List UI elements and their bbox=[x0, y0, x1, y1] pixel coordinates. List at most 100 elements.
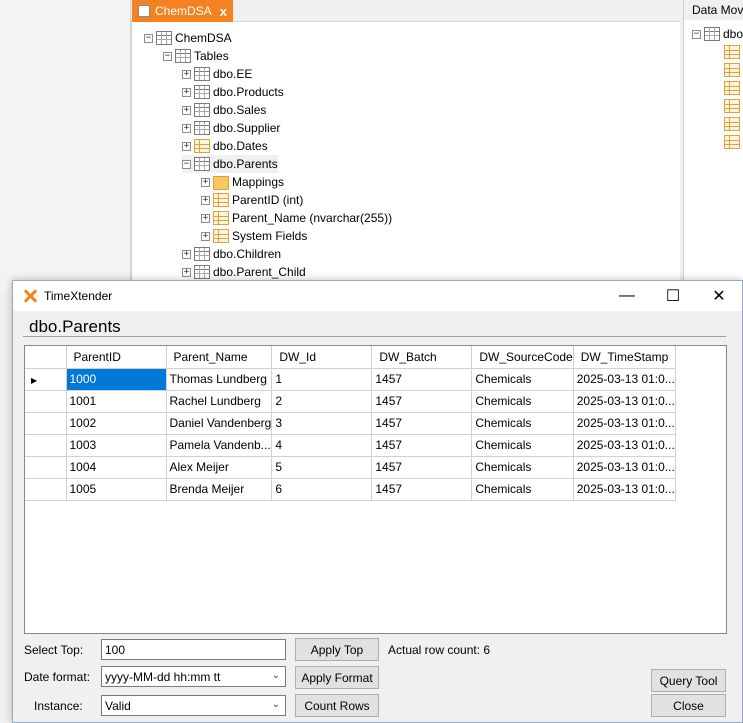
grid-cell[interactable]: 1003 bbox=[66, 434, 167, 457]
close-button[interactable]: Close bbox=[651, 694, 726, 717]
column-header[interactable]: DW_TimeStamp bbox=[573, 346, 676, 369]
grid-cell[interactable]: 2 bbox=[271, 390, 373, 413]
grid-cell[interactable]: 2025-03-13 01:0... bbox=[573, 456, 676, 479]
grid-cell[interactable]: 2025-03-13 01:0... bbox=[573, 434, 676, 457]
grid-cell[interactable]: Chemicals bbox=[471, 390, 574, 413]
table-row[interactable]: 1005 Brenda Meijer 6 1457 Chemicals 2025… bbox=[25, 478, 676, 501]
query-tool-button[interactable]: Query Tool bbox=[651, 669, 726, 692]
column-header[interactable]: DW_SourceCode bbox=[471, 346, 574, 369]
grid-cell[interactable]: Chemicals bbox=[471, 456, 574, 479]
grid-cell[interactable]: Chemicals bbox=[471, 412, 574, 435]
collapse-icon[interactable]: − bbox=[144, 33, 153, 43]
tree-node-table[interactable]: + dbo.Products bbox=[182, 83, 284, 101]
grid-cell[interactable]: Daniel Vandenberg bbox=[166, 412, 273, 435]
grid-cell[interactable]: Thomas Lundberg bbox=[166, 368, 273, 391]
grid-cell[interactable]: 1457 bbox=[371, 478, 473, 501]
grid-cell[interactable]: Chemicals bbox=[471, 368, 574, 391]
tree-node-table[interactable]: + dbo.Dates bbox=[182, 137, 268, 155]
grid-cell[interactable]: 6 bbox=[271, 478, 373, 501]
expand-icon[interactable]: + bbox=[201, 177, 210, 187]
grid-cell[interactable]: Alex Meijer bbox=[166, 456, 273, 479]
tab-close-icon[interactable]: x bbox=[220, 4, 233, 19]
tree-node-table[interactable]: + dbo.Children bbox=[182, 245, 281, 263]
data-grid[interactable]: ParentID Parent_Name DW_Id DW_Batch DW_S… bbox=[24, 345, 727, 634]
table-row[interactable]: 1000 Thomas Lundberg 1 1457 Chemicals 20… bbox=[25, 368, 676, 391]
grid-cell[interactable]: 1457 bbox=[371, 456, 473, 479]
tree-node-system-fields[interactable]: + System Fields bbox=[201, 227, 307, 245]
expand-icon[interactable]: + bbox=[201, 231, 210, 241]
tree-node-mappings[interactable]: + Mappings bbox=[201, 173, 284, 191]
chevron-down-icon[interactable]: ⌄ bbox=[272, 699, 280, 710]
grid-corner[interactable] bbox=[25, 346, 67, 369]
grid-cell[interactable]: 1457 bbox=[371, 434, 473, 457]
grid-cell[interactable]: 1002 bbox=[66, 412, 167, 435]
row-header[interactable] bbox=[25, 412, 67, 435]
expand-icon[interactable]: + bbox=[182, 267, 191, 277]
column-header[interactable]: ParentID bbox=[66, 346, 167, 369]
row-header[interactable] bbox=[25, 478, 67, 501]
table-row[interactable]: 1001 Rachel Lundberg 2 1457 Chemicals 20… bbox=[25, 390, 676, 413]
tree-node-root[interactable]: − ChemDSA bbox=[144, 29, 232, 47]
tree-node-dbo[interactable]: − dbo bbox=[692, 25, 743, 43]
expand-icon[interactable]: + bbox=[201, 213, 210, 223]
table-row[interactable]: 1003 Pamela Vandenb... 4 1457 Chemicals … bbox=[25, 434, 676, 457]
row-header[interactable] bbox=[25, 390, 67, 413]
grid-cell[interactable]: 1457 bbox=[371, 368, 473, 391]
count-rows-button[interactable]: Count Rows bbox=[295, 694, 379, 717]
expand-icon[interactable]: + bbox=[182, 69, 191, 79]
dialog-titlebar[interactable]: TimeXtender — ☐ ✕ bbox=[13, 281, 742, 311]
select-top-input[interactable]: 100 bbox=[101, 639, 286, 660]
tab-chemdsa[interactable]: ChemDSA x bbox=[132, 0, 233, 22]
tree-node-child[interactable] bbox=[724, 43, 743, 61]
tree-node-tables[interactable]: − Tables bbox=[163, 47, 229, 65]
grid-cell[interactable]: 1005 bbox=[66, 478, 167, 501]
grid-cell[interactable]: Chemicals bbox=[471, 478, 574, 501]
grid-cell[interactable]: Brenda Meijer bbox=[166, 478, 273, 501]
close-window-button[interactable]: ✕ bbox=[696, 281, 742, 311]
chevron-down-icon[interactable]: ⌄ bbox=[272, 670, 280, 681]
row-header[interactable] bbox=[25, 434, 67, 457]
grid-cell[interactable]: 2025-03-13 01:0... bbox=[573, 368, 676, 391]
column-header[interactable]: DW_Batch bbox=[371, 346, 473, 369]
grid-cell[interactable]: 1457 bbox=[371, 390, 473, 413]
expand-icon[interactable]: + bbox=[182, 249, 191, 259]
expand-icon[interactable]: + bbox=[182, 123, 191, 133]
grid-cell[interactable]: 1000 bbox=[66, 368, 167, 391]
grid-cell[interactable]: 2025-03-13 01:0... bbox=[573, 412, 676, 435]
row-header[interactable] bbox=[25, 456, 67, 479]
grid-cell[interactable]: 4 bbox=[271, 434, 373, 457]
date-format-dropdown[interactable]: yyyy-MM-dd hh:mm tt ⌄ bbox=[101, 666, 286, 687]
expand-icon[interactable]: + bbox=[182, 105, 191, 115]
expand-icon[interactable]: + bbox=[182, 141, 191, 151]
apply-top-button[interactable]: Apply Top bbox=[295, 638, 379, 661]
expand-icon[interactable]: + bbox=[201, 195, 210, 205]
grid-cell[interactable]: Chemicals bbox=[471, 434, 574, 457]
collapse-icon[interactable]: − bbox=[692, 29, 701, 39]
tree-node-field[interactable]: + ParentID (int) bbox=[201, 191, 303, 209]
grid-cell[interactable]: 1 bbox=[271, 368, 373, 391]
tree-node-table[interactable]: + dbo.Supplier bbox=[182, 119, 280, 137]
tree-node-child[interactable] bbox=[724, 79, 743, 97]
grid-cell[interactable]: Pamela Vandenb... bbox=[166, 434, 273, 457]
grid-cell[interactable]: 2025-03-13 01:0... bbox=[573, 390, 676, 413]
tree-node-child[interactable] bbox=[724, 97, 743, 115]
row-header-current[interactable] bbox=[25, 368, 67, 391]
collapse-icon[interactable]: − bbox=[182, 159, 191, 169]
column-header[interactable]: DW_Id bbox=[271, 346, 373, 369]
table-row[interactable]: 1002 Daniel Vandenberg 3 1457 Chemicals … bbox=[25, 412, 676, 435]
minimize-button[interactable]: — bbox=[604, 281, 650, 311]
grid-cell[interactable]: 5 bbox=[271, 456, 373, 479]
grid-cell[interactable]: 1001 bbox=[66, 390, 167, 413]
column-header[interactable]: Parent_Name bbox=[166, 346, 273, 369]
grid-cell[interactable]: 2025-03-13 01:0... bbox=[573, 478, 676, 501]
tree-node-table[interactable]: + dbo.Parent_Child bbox=[182, 263, 306, 281]
tree-node-table[interactable]: + dbo.EE bbox=[182, 65, 252, 83]
tree-node-table[interactable]: + dbo.Sales bbox=[182, 101, 266, 119]
collapse-icon[interactable]: − bbox=[163, 51, 172, 61]
tree-node-table-selected[interactable]: − dbo.Parents bbox=[182, 155, 278, 173]
expand-icon[interactable]: + bbox=[182, 87, 191, 97]
grid-cell[interactable]: 1457 bbox=[371, 412, 473, 435]
tree-node-child[interactable] bbox=[724, 61, 743, 79]
instance-dropdown[interactable]: Valid ⌄ bbox=[101, 695, 286, 716]
grid-cell[interactable]: 1004 bbox=[66, 456, 167, 479]
